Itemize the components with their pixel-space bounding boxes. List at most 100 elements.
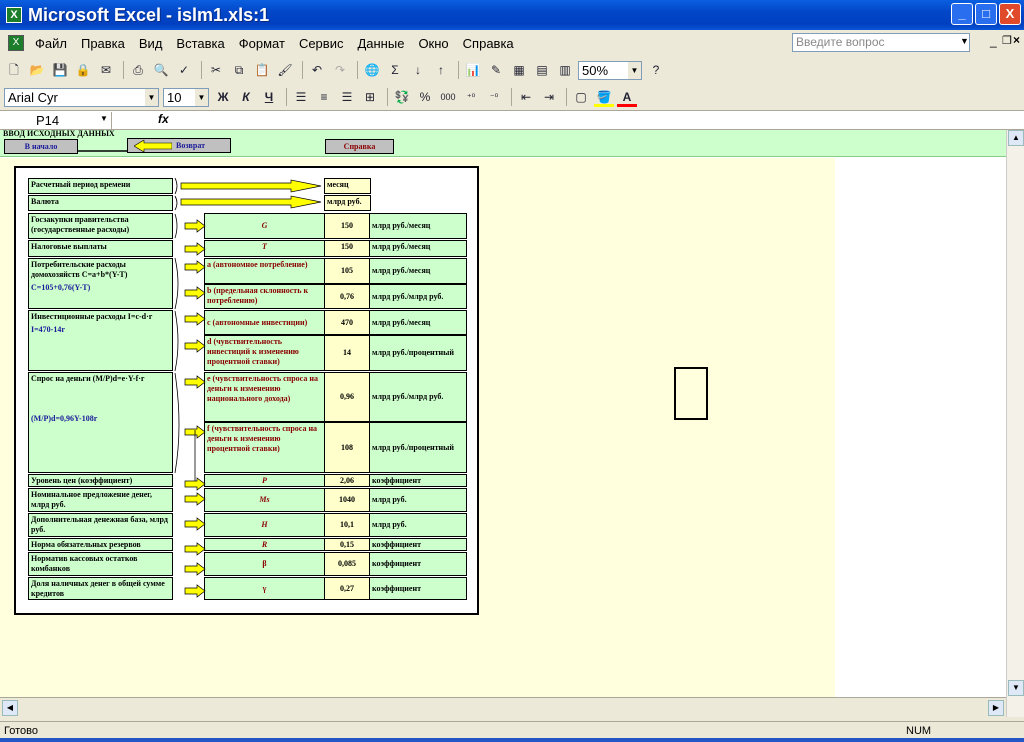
scroll-left-icon[interactable]: ◀ (2, 700, 18, 716)
print-icon[interactable]: ⎙ (128, 60, 148, 80)
align-right-icon[interactable]: ☰ (337, 87, 357, 107)
label-gov-spending[interactable]: Госзакупки правительства (государственны… (28, 213, 173, 239)
name-box-dropdown-icon[interactable]: ▼ (100, 114, 108, 123)
paste-icon[interactable]: 📋 (252, 60, 272, 80)
unit-beta[interactable]: коэффициент (369, 552, 467, 576)
email-icon[interactable]: ✉ (96, 60, 116, 80)
chevron-down-icon[interactable]: ▼ (145, 88, 158, 106)
worksheet[interactable]: ВВОД ИСХОДНЫХ ДАННЫХ В начало Возврат Сп… (0, 130, 1006, 697)
ask-dropdown-icon[interactable]: ▼ (960, 36, 969, 46)
menu-tools[interactable]: Сервис (292, 36, 351, 51)
unit-e[interactable]: млрд руб./млрд руб. (369, 372, 467, 422)
zoom-select[interactable]: 50% ▼ (578, 60, 642, 80)
workbook-close-icon[interactable]: × (1013, 33, 1020, 47)
unit-c[interactable]: млрд руб./месяц (369, 310, 467, 335)
help-icon[interactable]: ? (646, 60, 666, 80)
unit-d[interactable]: млрд руб./процентный (369, 335, 467, 371)
decrease-indent-icon[interactable]: ⇤ (516, 87, 536, 107)
help-sheet-button[interactable]: Справка (325, 139, 394, 154)
menu-view[interactable]: Вид (132, 36, 170, 51)
workbook-minimize-icon[interactable]: _ (990, 34, 997, 48)
format-painter-icon[interactable]: 🖌 (275, 60, 295, 80)
undo-icon[interactable]: ↶ (307, 60, 327, 80)
align-center-icon[interactable]: ≡ (314, 87, 334, 107)
thousands-button[interactable]: 000 (438, 87, 458, 107)
decrease-decimal-icon[interactable]: ⁻⁰ (484, 87, 504, 107)
close-button[interactable]: X (999, 3, 1021, 25)
maximize-button[interactable]: □ (975, 3, 997, 25)
scroll-right-icon[interactable]: ▶ (988, 700, 1004, 716)
size-select[interactable]: 10 ▼ (163, 87, 209, 107)
horizontal-scrollbar[interactable]: ◀ ▶ (0, 697, 1006, 717)
label-investment[interactable]: Инвестиционные расходы I=c-d·r I=470-14r (28, 310, 173, 371)
ask-question-input[interactable]: Введите вопрос (792, 33, 970, 52)
hyperlink-icon[interactable]: 🌐 (362, 60, 382, 80)
label-cash-ratio[interactable]: Норматив кассовых остатков комбанков (28, 552, 173, 576)
increase-decimal-icon[interactable]: ⁺⁰ (461, 87, 481, 107)
label-taxes[interactable]: Налоговые выплаты (28, 240, 173, 257)
unit-H[interactable]: млрд руб. (369, 513, 467, 537)
excel-icon[interactable]: X (6, 7, 22, 23)
font-select[interactable]: Arial Cyr ▼ (4, 87, 159, 107)
border-table-icon[interactable]: ▥ (555, 60, 575, 80)
increase-indent-icon[interactable]: ⇥ (539, 87, 559, 107)
open-icon[interactable]: 📂 (27, 60, 47, 80)
drawing-icon[interactable]: ✎ (486, 60, 506, 80)
currency-icon[interactable]: 💱 (392, 87, 412, 107)
chevron-down-icon[interactable]: ▼ (628, 61, 641, 79)
label-cash-share[interactable]: Доля наличных денег в общей сумме кредит… (28, 577, 173, 600)
back-button[interactable]: Возврат (127, 138, 231, 153)
print-preview-icon[interactable]: 🔍 (151, 60, 171, 80)
label-money-base[interactable]: Дополнительная денежная база, млрд руб. (28, 513, 173, 537)
label-money-supply[interactable]: Номинальное предложение денег, млрд руб. (28, 488, 173, 512)
unit-G[interactable]: млрд руб./месяц (369, 213, 467, 239)
label-period[interactable]: Расчетный период времени (28, 178, 173, 194)
unit-R[interactable]: коэффициент (369, 538, 467, 551)
name-box[interactable]: P14 (2, 112, 112, 129)
bold-button[interactable]: Ж (213, 87, 233, 107)
chart-wizard-icon[interactable]: 📊 (463, 60, 483, 80)
grid-icon[interactable]: ▤ (532, 60, 552, 80)
unit-Ms[interactable]: млрд руб. (369, 488, 467, 512)
sort-asc-icon[interactable]: ↓ (408, 60, 428, 80)
chevron-down-icon[interactable]: ▼ (195, 88, 208, 106)
cut-icon[interactable]: ✂ (206, 60, 226, 80)
spelling-icon[interactable]: ✓ (174, 60, 194, 80)
table-icon[interactable]: ▦ (509, 60, 529, 80)
unit-a[interactable]: млрд руб./месяц (369, 258, 467, 284)
align-left-icon[interactable]: ☰ (291, 87, 311, 107)
menu-format[interactable]: Формат (232, 36, 292, 51)
selected-cell[interactable] (674, 367, 708, 420)
unit-gamma[interactable]: коэффициент (369, 577, 467, 600)
label-currency[interactable]: Валюта (28, 195, 173, 211)
menu-insert[interactable]: Вставка (169, 36, 231, 51)
merge-center-icon[interactable]: ⊞ (360, 87, 380, 107)
save-icon[interactable]: 💾 (50, 60, 70, 80)
fx-button[interactable]: fx (158, 112, 169, 126)
workbook-icon[interactable]: X (8, 35, 24, 51)
redo-icon[interactable]: ↷ (330, 60, 350, 80)
fill-color-icon[interactable]: 🪣 (594, 87, 614, 107)
menu-edit[interactable]: Правка (74, 36, 132, 51)
menu-window[interactable]: Окно (411, 36, 455, 51)
label-money-demand[interactable]: Спрос на деньги (M/P)d=e·Y-f·r (M/P)d=0,… (28, 372, 173, 473)
autosum-icon[interactable]: Σ (385, 60, 405, 80)
workbook-restore-icon[interactable]: ❐ (1002, 34, 1012, 47)
label-price-level[interactable]: Уровень цен (коэффициент) (28, 474, 173, 487)
label-consumption[interactable]: Потребительские расходы домохозяйств C=a… (28, 258, 173, 309)
label-reserve-ratio[interactable]: Норма обязательных резервов (28, 538, 173, 551)
scroll-down-icon[interactable]: ▼ (1008, 680, 1024, 696)
minimize-button[interactable]: _ (951, 3, 973, 25)
font-color-icon[interactable]: A (617, 87, 637, 107)
start-button[interactable]: В начало (4, 139, 78, 154)
menu-file[interactable]: Файл (28, 36, 74, 51)
underline-button[interactable]: Ч (259, 87, 279, 107)
unit-b[interactable]: млрд руб./млрд руб. (369, 284, 467, 309)
vertical-scrollbar[interactable]: ▲ ▼ (1006, 130, 1024, 717)
new-icon[interactable]: 🗋 (4, 60, 24, 80)
scroll-up-icon[interactable]: ▲ (1008, 130, 1024, 146)
borders-icon[interactable]: ▢ (571, 87, 591, 107)
unit-T[interactable]: млрд руб./месяц (369, 240, 467, 257)
percent-button[interactable]: % (415, 87, 435, 107)
menu-help[interactable]: Справка (456, 36, 521, 51)
